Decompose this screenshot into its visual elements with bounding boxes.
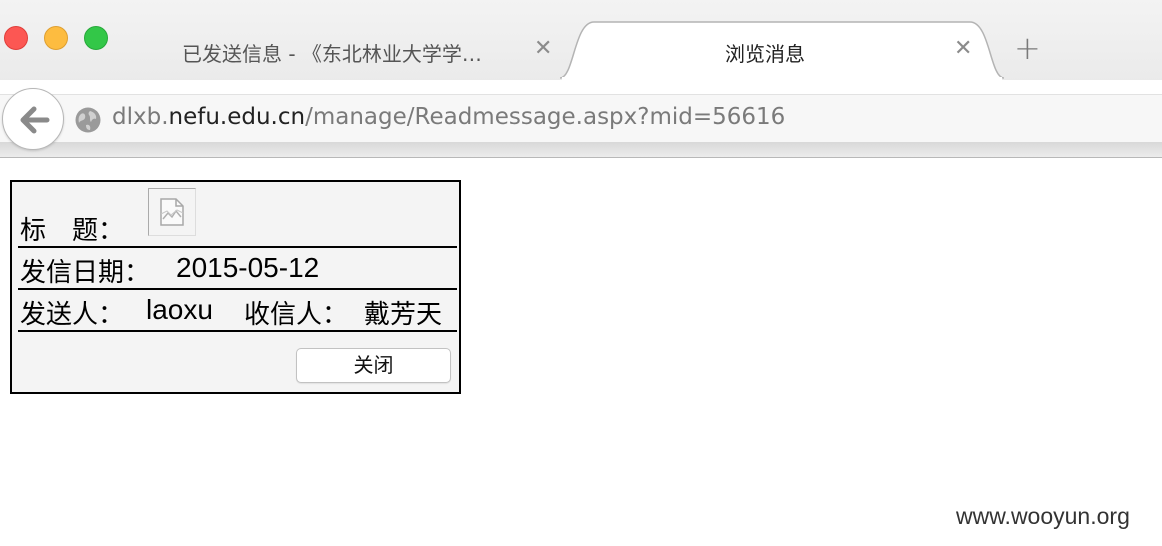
message-title-row: 标 题： [18,186,457,248]
message-people-row: 发送人： laoxu 收信人： 戴芳天 [18,290,457,332]
back-button[interactable] [2,88,64,150]
watermark-text: www.wooyun.org [956,503,1130,529]
message-panel: 标 题： 发信日期： 2015-05-12 发送人： laoxu 收信人： 戴芳… [10,180,461,394]
date-label: 发信日期： [20,258,151,288]
broken-image-icon [148,188,196,236]
url-text[interactable]: dlxb.nefu.edu.cn/manage/Readmessage.aspx… [112,104,785,130]
window-maximize-button[interactable] [84,26,108,50]
close-icon[interactable]: ✕ [954,36,972,62]
window-close-button[interactable] [4,26,28,50]
date-value: 2015-05-12 [176,252,320,283]
receiver-value: 戴芳天 [364,300,443,330]
url-subdomain: dlxb. [112,104,169,130]
globe-icon [75,107,101,133]
tab-browse-message[interactable]: 浏览消息 ✕ [560,20,1008,80]
close-icon[interactable]: ✕ [534,36,552,62]
url-domain: nefu.edu.cn [168,104,306,130]
arrow-left-icon [20,106,50,134]
window-minimize-button[interactable] [44,26,68,50]
close-button[interactable]: 关闭 [296,348,451,383]
sender-label: 发送人： [20,300,125,330]
message-date-row: 发信日期： 2015-05-12 [18,248,457,290]
tab-title: 浏览消息 [725,42,805,66]
receiver-label: 收信人： [244,300,349,330]
url-path: /manage/Readmessage.aspx?mid=56616 [305,104,786,130]
tab-sent-messages[interactable]: 已发送信息 - 《东北林业大学学… ✕ [160,22,570,78]
sender-value: laoxu [146,294,213,325]
toolbar-divider [0,142,1162,158]
tab-title: 已发送信息 - 《东北林业大学学… [182,42,482,66]
new-tab-button[interactable]: + [1014,30,1041,66]
title-label: 标 题： [20,216,125,246]
